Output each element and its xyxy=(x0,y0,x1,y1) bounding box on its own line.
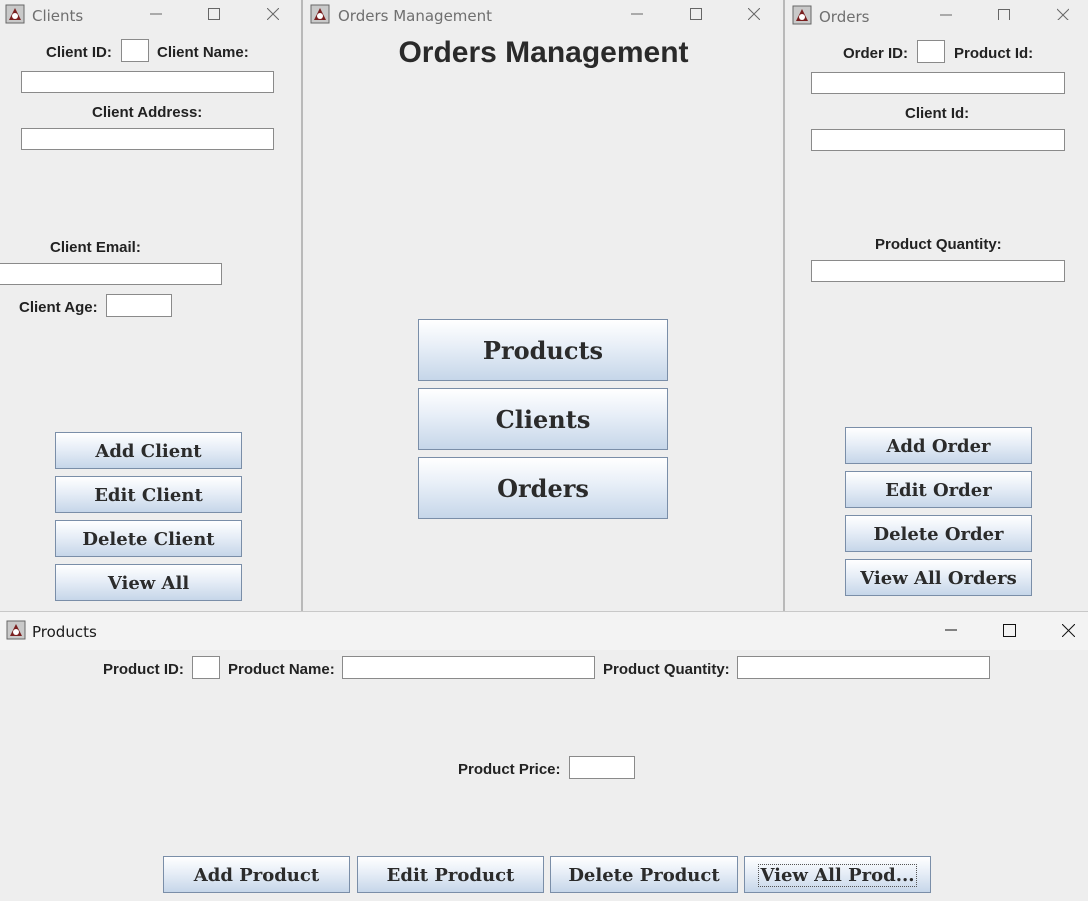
product-quantity-field[interactable] xyxy=(811,260,1065,282)
delete-order-button-label: Delete Order xyxy=(873,524,1004,545)
add-product-button-label: Add Product xyxy=(193,865,320,886)
add-client-button-label: Add Client xyxy=(95,441,202,462)
edit-client-button[interactable]: Edit Client xyxy=(55,476,242,513)
product-name-label: Product Name: xyxy=(228,661,335,678)
add-order-button-label: Add Order xyxy=(886,436,991,457)
client-name-label: Client Name: xyxy=(157,44,249,61)
minimize-icon[interactable] xyxy=(614,0,660,30)
client-email-label: Client Email: xyxy=(50,239,141,256)
orders-window-title: Orders xyxy=(819,8,870,26)
clients-window: Clients Client ID: Client Name: Client A… xyxy=(0,0,301,611)
orders-management-window: Orders Management Orders Management Prod… xyxy=(303,0,784,611)
orders-titlebar[interactable]: Orders xyxy=(785,0,1088,30)
clients-window-title: Clients xyxy=(32,7,84,25)
client-age-field[interactable] xyxy=(106,294,172,317)
delete-client-button-label: Delete Client xyxy=(82,529,215,550)
products-window-title: Products xyxy=(32,623,97,641)
client-address-field[interactable] xyxy=(21,128,274,150)
client-id-field[interactable] xyxy=(811,129,1065,151)
clients-titlebar[interactable]: Clients xyxy=(0,0,301,30)
client-id-field[interactable] xyxy=(121,39,149,62)
view-all-orders-button-label: View All Orders xyxy=(860,568,1017,589)
products-titlebar[interactable]: Products xyxy=(0,612,1088,650)
view-all-clients-button[interactable]: View All xyxy=(55,564,242,601)
page-title: Orders Management xyxy=(398,36,689,69)
close-icon[interactable] xyxy=(250,0,296,30)
java-app-icon xyxy=(6,620,26,640)
java-app-icon xyxy=(792,5,812,25)
maximize-icon[interactable] xyxy=(986,616,1032,646)
view-all-products-button-label: View All Prod... xyxy=(758,864,917,887)
product-name-field[interactable] xyxy=(342,656,595,679)
minimize-icon[interactable] xyxy=(928,616,974,646)
edit-order-button[interactable]: Edit Order xyxy=(845,471,1032,508)
view-all-clients-button-label: View All xyxy=(107,573,190,594)
products-button-label: Products xyxy=(482,336,604,365)
java-app-icon xyxy=(310,4,330,24)
view-all-products-button[interactable]: View All Prod... xyxy=(744,856,931,893)
product-quantity-label: Product Quantity: xyxy=(603,661,730,678)
products-window: Products Product ID: Product Name: Produ… xyxy=(0,611,1088,901)
maximize-icon[interactable] xyxy=(191,0,237,30)
client-email-field[interactable] xyxy=(0,263,222,285)
client-id-label: Client ID: xyxy=(46,44,112,61)
order-id-field[interactable] xyxy=(917,40,945,63)
order-id-label: Order ID: xyxy=(843,45,909,62)
orders-button-label: Orders xyxy=(497,474,589,503)
main-window-title: Orders Management xyxy=(338,7,493,25)
close-icon[interactable] xyxy=(731,0,777,30)
edit-client-button-label: Edit Client xyxy=(94,485,203,506)
product-id-field[interactable] xyxy=(811,72,1065,94)
view-all-orders-button[interactable]: View All Orders xyxy=(845,559,1032,596)
main-titlebar[interactable]: Orders Management xyxy=(303,0,784,30)
maximize-icon[interactable] xyxy=(673,0,719,30)
delete-client-button[interactable]: Delete Client xyxy=(55,520,242,557)
maximize-icon[interactable] xyxy=(981,0,1027,30)
add-client-button[interactable]: Add Client xyxy=(55,432,242,469)
product-price-field[interactable] xyxy=(569,756,635,779)
product-quantity-label: Product Quantity: xyxy=(875,236,1002,253)
client-name-field[interactable] xyxy=(21,71,274,93)
product-id-field[interactable] xyxy=(192,656,220,679)
product-quantity-field[interactable] xyxy=(737,656,990,679)
delete-order-button[interactable]: Delete Order xyxy=(845,515,1032,552)
delete-product-button[interactable]: Delete Product xyxy=(550,856,738,893)
client-address-label: Client Address: xyxy=(92,104,203,121)
product-price-label: Product Price: xyxy=(458,761,561,778)
close-icon[interactable] xyxy=(1040,0,1086,30)
orders-button[interactable]: Orders xyxy=(418,457,668,519)
edit-product-button[interactable]: Edit Product xyxy=(357,856,544,893)
minimize-icon[interactable] xyxy=(133,0,179,30)
add-product-button[interactable]: Add Product xyxy=(163,856,350,893)
add-order-button[interactable]: Add Order xyxy=(845,427,1032,464)
delete-product-button-label: Delete Product xyxy=(568,865,720,886)
product-id-label: Product ID: xyxy=(103,661,184,678)
minimize-icon[interactable] xyxy=(923,0,969,30)
clients-button[interactable]: Clients xyxy=(418,388,668,450)
client-age-label: Client Age: xyxy=(19,299,98,316)
product-id-label: Product Id: xyxy=(954,45,1034,62)
close-icon[interactable] xyxy=(1045,616,1088,646)
edit-order-button-label: Edit Order xyxy=(885,480,992,501)
java-app-icon xyxy=(5,4,25,24)
products-button[interactable]: Products xyxy=(418,319,668,381)
client-id-label: Client Id: xyxy=(905,105,970,122)
clients-button-label: Clients xyxy=(495,405,591,434)
orders-window: Orders Order ID: Product Id: Client Id: … xyxy=(785,0,1088,611)
edit-product-button-label: Edit Product xyxy=(386,865,515,886)
